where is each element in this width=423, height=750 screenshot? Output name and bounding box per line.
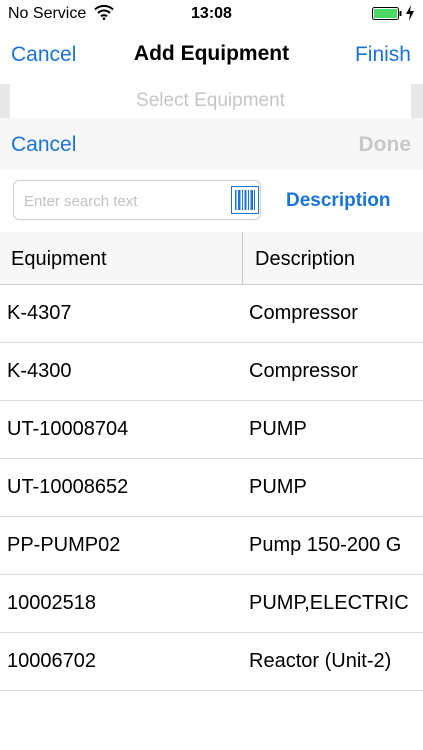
table-header: Equipment Description (0, 232, 423, 285)
table-row[interactable]: PP-PUMP02 Pump 150-200 G (0, 517, 423, 575)
equipment-description: Pump 150-200 G (249, 534, 402, 556)
description-filter-button[interactable]: Description (286, 190, 391, 212)
search-input[interactable] (22, 181, 226, 221)
equipment-description: PUMP,ELECTRIC (249, 592, 409, 614)
battery-icon (372, 7, 402, 20)
table-row[interactable]: K-4300 Compressor (0, 343, 423, 401)
table-row[interactable]: UT-10008652 PUMP (0, 459, 423, 517)
finish-button[interactable]: Finish (355, 43, 411, 67)
equipment-id: 10006702 (7, 650, 96, 672)
picker-done-button[interactable]: Done (359, 133, 412, 157)
select-equipment-field[interactable]: Select Equipment (10, 84, 411, 118)
equipment-id: PP-PUMP02 (7, 534, 121, 556)
picker-toolbar: Cancel Done (0, 118, 423, 170)
equipment-id: UT-10008704 (7, 418, 129, 440)
search-box (13, 180, 261, 221)
table-row[interactable]: K-4307 Compressor (0, 285, 423, 343)
barcode-icon[interactable] (231, 186, 259, 214)
equipment-list: K-4307 Compressor K-4300 Compressor UT-1… (0, 285, 423, 691)
table-row[interactable]: UT-10008704 PUMP (0, 401, 423, 459)
status-bar: No Service 13:08 (0, 0, 423, 28)
equipment-description: Reactor (Unit-2) (249, 650, 392, 672)
search-row: Description (0, 170, 423, 232)
column-divider[interactable] (242, 232, 243, 284)
picker-cancel-button[interactable]: Cancel (11, 133, 76, 157)
table-row[interactable]: 10006702 Reactor (Unit-2) (0, 633, 423, 691)
charging-bolt-icon (405, 5, 415, 21)
equipment-description: PUMP (249, 476, 307, 498)
column-header-description[interactable]: Description (255, 248, 355, 271)
column-header-equipment[interactable]: Equipment (11, 248, 107, 271)
equipment-id: UT-10008652 (7, 476, 129, 498)
equipment-description: Compressor (249, 360, 358, 382)
equipment-id: K-4307 (7, 302, 72, 324)
equipment-description: Compressor (249, 302, 358, 324)
status-time: 13:08 (191, 5, 232, 22)
navigation-bar: Cancel Add Equipment Finish (0, 28, 423, 84)
equipment-id: 10002518 (7, 592, 96, 614)
table-row[interactable]: 10002518 PUMP,ELECTRIC (0, 575, 423, 633)
equipment-description: PUMP (249, 418, 307, 440)
equipment-id: K-4300 (7, 360, 72, 382)
